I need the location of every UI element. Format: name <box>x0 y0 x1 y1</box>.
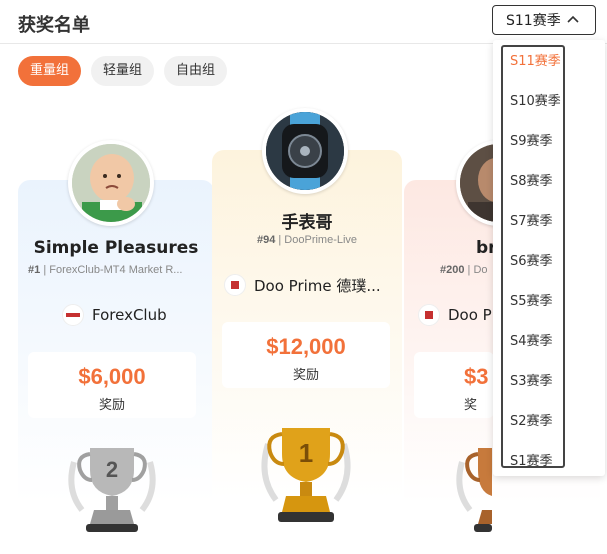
broker-name: Doo Prime 德璞... <box>254 276 381 295</box>
season-dropdown-menu: S11赛季 S10赛季 S9赛季 S8赛季 S7赛季 S6赛季 S5赛季 S4赛… <box>493 40 605 476</box>
meta-separator: | <box>43 264 47 276</box>
broker-name: Doo P <box>448 306 492 324</box>
broker[interactable]: Doo P <box>418 304 494 326</box>
tab-heavyweight[interactable]: 重量组 <box>18 56 82 86</box>
header-bar: 获奖名单 S11赛季 <box>0 0 607 44</box>
watch-avatar-image <box>266 112 344 190</box>
avatar <box>262 108 348 194</box>
group-tabs: 重量组 轻量组 自由组 <box>18 56 228 86</box>
winner-name: Simple Pleasures <box>33 238 199 258</box>
winner-account: Do <box>473 264 488 276</box>
season-option[interactable]: S11赛季 <box>510 50 561 69</box>
winner-account: ForexClub-MT4 Market R... <box>49 264 183 276</box>
winner-meta: #94 | DooPrime-Live <box>212 234 402 246</box>
prize-label: 奖励 <box>98 398 125 413</box>
season-option[interactable]: S4赛季 <box>510 330 553 349</box>
avatar <box>68 140 154 226</box>
svg-text:1: 1 <box>299 438 313 468</box>
forexclub-logo-icon <box>62 304 84 326</box>
winner-number: #200 <box>440 264 465 276</box>
broker-name: ForexClub <box>92 306 167 324</box>
prize-label: 奖励 <box>292 368 319 383</box>
prize-box: $6,000 奖励 <box>28 352 196 418</box>
silver-trophy-icon: 2 <box>68 448 156 532</box>
prize-box: $3 奖 <box>414 352 494 418</box>
season-option[interactable]: S1赛季 <box>510 450 553 469</box>
season-option[interactable]: S2赛季 <box>510 410 553 429</box>
tab-free[interactable]: 自由组 <box>164 56 228 86</box>
prize-label: 奖 <box>464 398 478 413</box>
season-option[interactable]: S8赛季 <box>510 170 553 189</box>
prize-box: $12,000 奖励 <box>222 322 390 388</box>
season-select-value: S11赛季 <box>506 13 561 29</box>
broker[interactable]: Doo Prime 德璞... <box>224 274 396 296</box>
meta-separator: | <box>278 234 282 246</box>
svg-text:2: 2 <box>106 457 118 482</box>
season-select[interactable]: S11赛季 <box>492 5 596 35</box>
tab-lightweight[interactable]: 轻量组 <box>91 56 155 86</box>
winner-number: #94 <box>256 234 276 246</box>
season-option[interactable]: S5赛季 <box>510 290 553 309</box>
winner-number: #1 <box>28 264 41 276</box>
season-option[interactable]: S3赛季 <box>510 370 553 389</box>
season-option[interactable]: S10赛季 <box>510 90 561 109</box>
chevron-up-icon <box>567 15 579 23</box>
broker[interactable]: ForexClub <box>62 304 192 326</box>
page-title: 获奖名单 <box>18 15 90 36</box>
prize-amount: $3 <box>464 364 489 389</box>
bronze-trophy-icon <box>456 448 492 532</box>
dooprime-logo-icon <box>224 274 246 296</box>
season-option[interactable]: S7赛季 <box>510 210 553 229</box>
season-options-list: S11赛季 S10赛季 S9赛季 S8赛季 S7赛季 S6赛季 S5赛季 S4赛… <box>501 45 565 469</box>
meta-separator: | <box>467 264 471 276</box>
prize-amount: $6,000 <box>78 364 146 389</box>
winner-account: DooPrime-Live <box>284 234 358 246</box>
season-option[interactable]: S6赛季 <box>510 250 553 269</box>
season-option[interactable]: S9赛季 <box>510 130 553 149</box>
dooprime-logo-icon <box>418 304 440 326</box>
baby-avatar-image <box>72 144 150 222</box>
prize-amount: $12,000 <box>266 334 346 359</box>
winner-name: 手表哥 <box>281 213 333 233</box>
winner-meta: #1 | ForexClub-MT4 Market R... <box>28 264 198 276</box>
winner-meta: #200 | Do <box>440 264 492 276</box>
gold-trophy-icon: 1 <box>261 428 351 522</box>
